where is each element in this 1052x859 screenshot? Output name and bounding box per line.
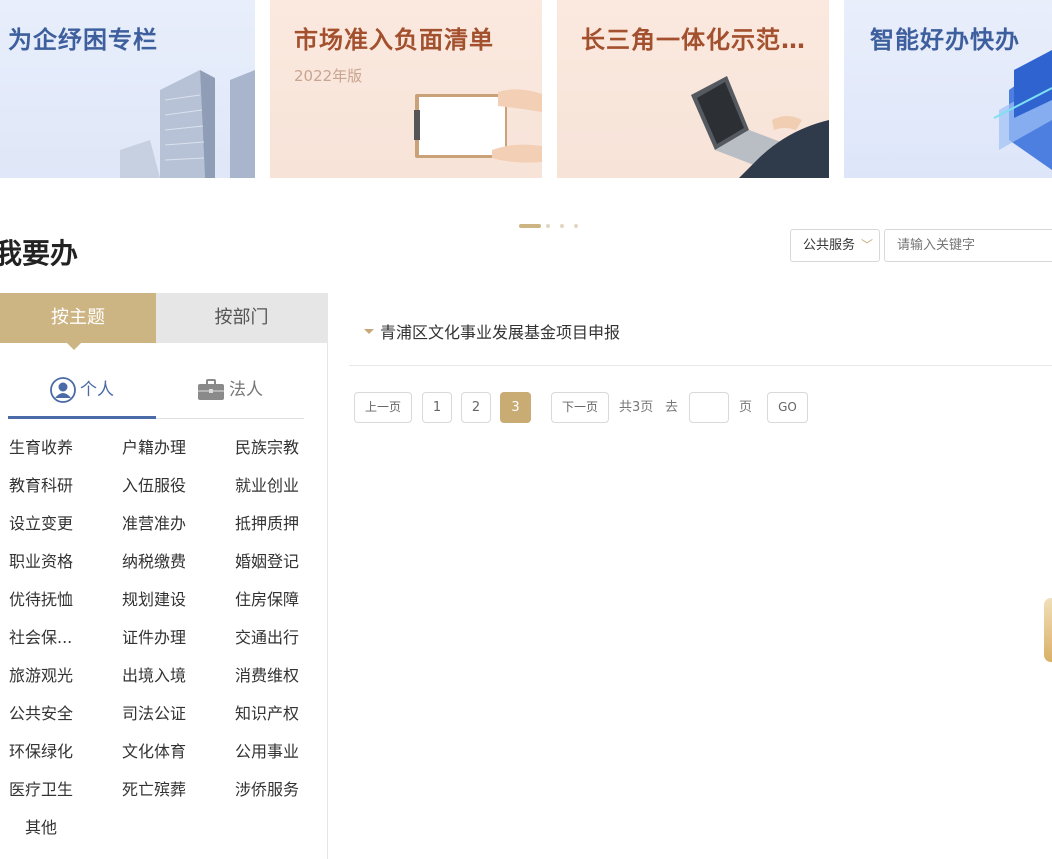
prev-page-button[interactable]: 上一页 — [354, 392, 412, 423]
category-item[interactable]: 司法公证 — [122, 700, 186, 724]
category-item[interactable]: 民族宗教 — [235, 434, 299, 458]
service-type-select[interactable]: 公共服务 ﹀ — [790, 229, 880, 262]
category-item[interactable]: 社会保... — [9, 624, 72, 648]
category-item[interactable]: 死亡殡葬 — [122, 776, 186, 800]
category-item[interactable]: 知识产权 — [235, 700, 299, 724]
category-item[interactable]: 环保绿化 — [9, 738, 73, 762]
select-value: 公共服务 — [803, 238, 856, 253]
total-pages-text: 共3页 — [619, 400, 654, 415]
clipboard-illustration — [414, 89, 542, 163]
floating-assistant-button[interactable] — [1044, 598, 1052, 662]
category-item[interactable]: 抵押质押 — [235, 510, 299, 534]
category-item[interactable]: 文化体育 — [122, 738, 186, 762]
service-item-title: 青浦区文化事业发展基金项目申报 — [380, 323, 621, 342]
goto-label: 去 — [665, 400, 679, 415]
tab-by-topic[interactable]: 按主题 — [0, 293, 156, 350]
category-item[interactable]: 准营准办 — [122, 510, 186, 534]
divider — [349, 365, 1052, 366]
category-item[interactable]: 医疗卫生 — [9, 776, 73, 800]
category-item[interactable]: 纳税缴费 — [122, 548, 186, 572]
subtab-label: 法人 — [229, 380, 263, 400]
go-button[interactable]: GO — [767, 392, 808, 423]
banner-row: 为企纾困专栏 市场准入负面清单 2022年版 长三角一体化示范区... 智能好办… — [0, 0, 1052, 178]
category-tabs: 按主题 按部门 — [0, 293, 327, 350]
page-button-1[interactable]: 1 — [422, 392, 452, 423]
category-item[interactable]: 规划建设 — [122, 586, 186, 610]
goto-page-input[interactable] — [689, 392, 729, 423]
carousel-dot[interactable] — [560, 224, 564, 228]
briefcase-icon — [198, 379, 224, 400]
category-item[interactable]: 消费维权 — [235, 662, 299, 686]
category-item[interactable]: 就业创业 — [235, 472, 299, 496]
triangle-down-icon — [364, 329, 374, 334]
next-page-button[interactable]: 下一页 — [551, 392, 609, 423]
service-item-link[interactable]: 青浦区文化事业发展基金项目申报 — [364, 319, 620, 343]
banner-card-relief[interactable]: 为企纾困专栏 — [0, 0, 255, 178]
laptop-illustration — [691, 76, 829, 178]
banner-card-negative-list[interactable]: 市场准入负面清单 2022年版 — [270, 0, 542, 178]
section-title: 我要办 — [0, 237, 79, 270]
category-item[interactable]: 职业资格 — [9, 548, 73, 572]
audience-tabs: 个人 法人 — [8, 368, 304, 419]
category-item[interactable]: 设立变更 — [9, 510, 73, 534]
category-item[interactable]: 优待抚恤 — [9, 586, 73, 610]
category-item[interactable]: 涉侨服务 — [235, 776, 299, 800]
category-item[interactable]: 住房保障 — [235, 586, 299, 610]
banner-card-yangtze-delta[interactable]: 长三角一体化示范区... — [557, 0, 829, 178]
search-input[interactable] — [884, 229, 1052, 262]
category-item[interactable]: 婚姻登记 — [235, 548, 299, 572]
carousel-dot[interactable] — [546, 224, 550, 228]
carousel-dot-active[interactable] — [519, 224, 541, 228]
subtab-legal-entity[interactable]: 法人 — [156, 368, 304, 416]
category-panel: 按主题 按部门 个人 法人 生育收养 户籍办理 民族宗教 教育科研 入伍服役 就… — [0, 293, 328, 859]
category-item[interactable]: 旅游观光 — [9, 662, 73, 686]
page-button-current[interactable]: 3 — [500, 392, 531, 423]
category-item[interactable]: 证件办理 — [122, 624, 186, 648]
skyscraper-illustration — [120, 70, 255, 178]
category-item[interactable]: 户籍办理 — [122, 434, 186, 458]
subtab-personal[interactable]: 个人 — [8, 368, 156, 419]
server-illustration — [993, 50, 1052, 170]
page-button-2[interactable]: 2 — [461, 392, 491, 423]
category-item[interactable]: 其他 — [25, 814, 57, 838]
category-item[interactable]: 生育收养 — [9, 434, 73, 458]
category-item[interactable]: 公用事业 — [235, 738, 299, 762]
banner-card-smart-service[interactable]: 智能好办快办 — [844, 0, 1052, 178]
chevron-down-icon: ﹀ — [860, 238, 873, 252]
person-icon — [50, 377, 76, 403]
subtab-label: 个人 — [80, 380, 114, 400]
category-item[interactable]: 公共安全 — [9, 700, 73, 724]
category-item[interactable]: 教育科研 — [9, 472, 73, 496]
tab-by-department[interactable]: 按部门 — [156, 293, 327, 343]
carousel-dot[interactable] — [574, 224, 578, 228]
page-unit-label: 页 — [739, 400, 753, 415]
category-item[interactable]: 交通出行 — [235, 624, 299, 648]
category-item[interactable]: 出境入境 — [122, 662, 186, 686]
category-item[interactable]: 入伍服役 — [122, 472, 186, 496]
